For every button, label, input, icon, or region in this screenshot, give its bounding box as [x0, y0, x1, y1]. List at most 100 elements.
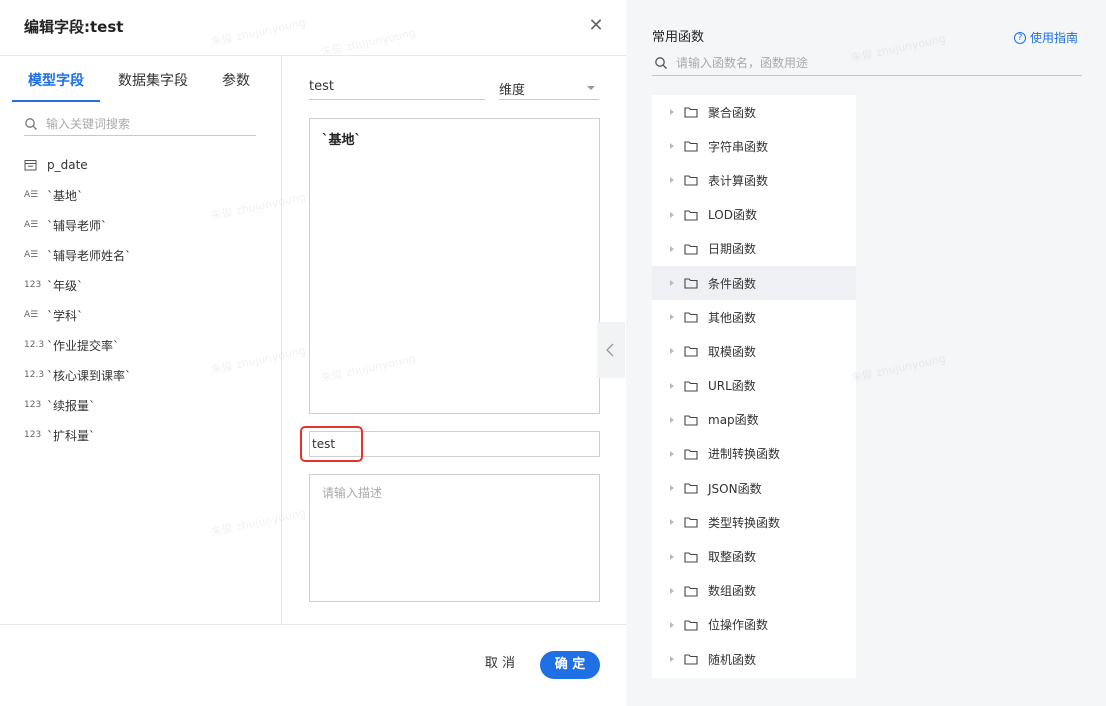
- function-category-item[interactable]: 取模函数: [652, 334, 856, 368]
- function-category-item[interactable]: 数组函数: [652, 574, 856, 608]
- function-category-item[interactable]: 聚合函数: [652, 95, 856, 129]
- field-search-input[interactable]: [46, 114, 246, 134]
- function-category-item[interactable]: LOD函数: [652, 198, 856, 232]
- field-name: `年级`: [47, 278, 84, 293]
- function-category-item[interactable]: 随机函数: [652, 642, 856, 676]
- field-item[interactable]: 12.3 `核心课到课率`: [24, 360, 264, 390]
- function-category-label: 进制转换函数: [708, 447, 781, 462]
- integer-field-icon: 123: [24, 430, 42, 440]
- function-category-item[interactable]: map函数: [652, 403, 856, 437]
- folder-icon: [684, 107, 698, 118]
- field-item[interactable]: 123 `年级`: [24, 270, 264, 300]
- formula-editor[interactable]: `基地`: [309, 118, 600, 414]
- caret-right-icon: [670, 245, 674, 252]
- field-item[interactable]: A☰ `辅导老师姓名`: [24, 240, 264, 270]
- folder-icon: [684, 175, 698, 187]
- function-category-item[interactable]: 表计算函数: [652, 163, 856, 197]
- field-search: [24, 114, 256, 136]
- text-field-icon: A☰: [24, 310, 39, 320]
- field-name: `作业提交率`: [47, 338, 120, 353]
- function-category-item[interactable]: 日期函数: [652, 232, 856, 266]
- function-category-label: JSON函数: [708, 481, 762, 496]
- field-name: `扩科量`: [47, 428, 96, 443]
- folder-icon: [684, 586, 698, 597]
- collapse-panel-button[interactable]: [597, 322, 625, 378]
- description-textarea[interactable]: 请输入描述: [309, 474, 600, 602]
- field-item[interactable]: A☰ `基地`: [24, 180, 264, 210]
- search-icon: [655, 57, 667, 69]
- calendar-icon: [24, 159, 44, 171]
- caret-right-icon: [670, 280, 674, 287]
- function-category-label: 取整函数: [708, 550, 757, 565]
- close-icon[interactable]: ✕: [586, 16, 606, 36]
- function-category-item[interactable]: 字符串函数: [652, 129, 856, 163]
- function-category-list: 聚合函数 字符串函数表计算函数 LOD函数日期函数条件函数其他函数取模函数 URL函数…: [652, 95, 856, 678]
- function-category-item[interactable]: JSON函数: [652, 471, 856, 505]
- caret-right-icon: [670, 587, 674, 594]
- tab-model-fields[interactable]: 模型字段: [28, 70, 84, 90]
- function-category-label: 取模函数: [708, 344, 757, 359]
- function-category-label: LOD函数: [708, 208, 757, 223]
- cancel-button[interactable]: 取 消: [478, 651, 522, 677]
- field-item[interactable]: A☰ `学科`: [24, 300, 264, 330]
- field-name: p_date: [47, 158, 88, 172]
- function-search-input[interactable]: [676, 53, 1076, 73]
- dialog-header: 编辑字段:test ✕: [0, 0, 626, 56]
- field-item[interactable]: A☰ `辅导老师`: [24, 210, 264, 240]
- folder-icon: [684, 551, 698, 563]
- confirm-button[interactable]: 确 定: [540, 651, 600, 679]
- function-category-item[interactable]: URL函数: [652, 369, 856, 403]
- tab-dataset-fields[interactable]: 数据集字段: [118, 70, 188, 90]
- caret-right-icon: [670, 519, 674, 526]
- field-type-select[interactable]: 维度: [499, 76, 599, 100]
- function-category-label: 日期函数: [708, 242, 757, 257]
- field-name: `基地`: [47, 188, 84, 203]
- function-category-item[interactable]: 取整函数: [652, 539, 856, 573]
- caret-right-icon: [670, 211, 674, 218]
- caret-right-icon: [670, 382, 674, 389]
- function-category-label: map函数: [708, 413, 759, 428]
- function-category-label: 条件函数: [708, 276, 757, 291]
- tab-params[interactable]: 参数: [222, 70, 250, 90]
- function-category-item[interactable]: 进制转换函数: [652, 437, 856, 471]
- field-name-input[interactable]: test: [309, 76, 485, 100]
- alias-input[interactable]: test: [309, 431, 600, 457]
- folder-icon: [684, 449, 698, 460]
- field-list: p_date A☰ `基地` A☰ `辅导老师` A☰ `辅导老师姓名` 123…: [24, 150, 264, 450]
- editor-panel: test 维度 `基地` test 请输入描述: [283, 56, 626, 624]
- help-icon: ?: [1014, 31, 1026, 44]
- function-category-label: 位操作函数: [708, 618, 769, 633]
- text-field-icon: A☰: [24, 190, 39, 200]
- text-field-icon: A☰: [24, 220, 39, 230]
- folder-icon: [684, 381, 698, 392]
- function-category-item[interactable]: 类型转换函数: [652, 505, 856, 539]
- caret-right-icon: [670, 450, 674, 457]
- folder-icon: [684, 620, 698, 631]
- field-item[interactable]: 12.3 `作业提交率`: [24, 330, 264, 360]
- field-item[interactable]: 123 `续报量`: [24, 390, 264, 420]
- field-item[interactable]: p_date: [24, 150, 264, 180]
- caret-right-icon: [670, 553, 674, 560]
- function-category-label: 随机函数: [708, 652, 757, 667]
- function-category-label: 表计算函数: [708, 173, 769, 188]
- folder-icon: [684, 415, 698, 426]
- decimal-field-icon: 12.3: [24, 370, 45, 380]
- folder-icon: [684, 244, 698, 255]
- field-name: `核心课到课率`: [47, 368, 132, 383]
- caret-right-icon: [670, 177, 674, 184]
- caret-right-icon: [670, 656, 674, 663]
- caret-right-icon: [670, 348, 674, 355]
- field-item[interactable]: 123 `扩科量`: [24, 420, 264, 450]
- caret-right-icon: [670, 109, 674, 116]
- field-name: `辅导老师姓名`: [47, 248, 132, 263]
- usage-guide-link[interactable]: ? 使用指南: [1014, 29, 1078, 46]
- function-category-item[interactable]: 条件函数: [652, 265, 856, 301]
- function-category-item[interactable]: 其他函数: [652, 300, 856, 334]
- function-category-label: URL函数: [708, 379, 756, 394]
- function-category-item[interactable]: 位操作函数: [652, 608, 856, 642]
- caret-right-icon: [670, 416, 674, 423]
- dialog-title: 编辑字段:test: [24, 18, 124, 36]
- decimal-field-icon: 12.3: [24, 340, 45, 350]
- function-category-label: 类型转换函数: [708, 515, 781, 530]
- function-category-label: 数组函数: [708, 584, 757, 599]
